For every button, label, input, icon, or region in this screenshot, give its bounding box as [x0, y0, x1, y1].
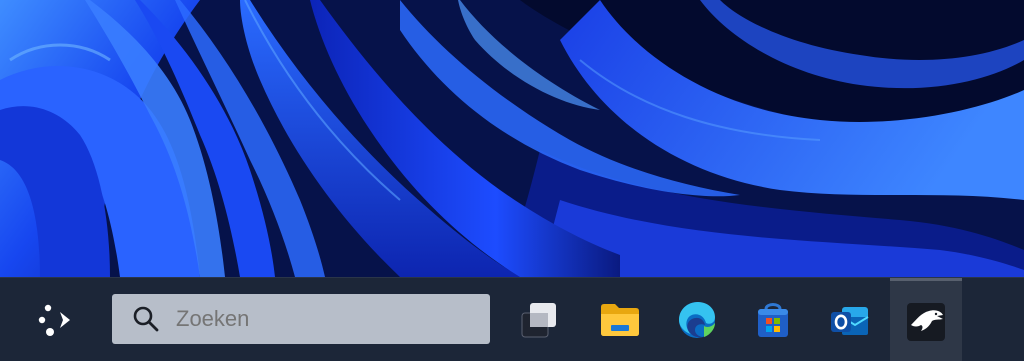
folder-icon: [601, 304, 639, 336]
task-view-button[interactable]: [510, 294, 568, 346]
search-box[interactable]: [112, 294, 490, 344]
start-button[interactable]: [30, 294, 82, 346]
taskbar: [0, 277, 1024, 361]
outlook-icon: [831, 307, 869, 335]
eagle-icon: [907, 302, 945, 341]
edge-icon: [679, 302, 715, 338]
start-dots-icon: [38, 304, 70, 336]
edge-button[interactable]: [668, 294, 726, 346]
file-explorer-button[interactable]: [591, 294, 649, 346]
desktop-screen: [0, 0, 1024, 361]
search-icon: [132, 305, 160, 333]
outlook-button[interactable]: [820, 294, 878, 346]
bloom-wallpaper-graphic: [0, 0, 1024, 277]
search-input[interactable]: [174, 305, 478, 333]
desktop-wallpaper: [0, 0, 1024, 277]
microsoft-store-button[interactable]: [744, 294, 802, 346]
eagle-app-button[interactable]: [890, 278, 962, 361]
task-view-icon: [521, 303, 556, 338]
store-icon: [758, 303, 788, 337]
